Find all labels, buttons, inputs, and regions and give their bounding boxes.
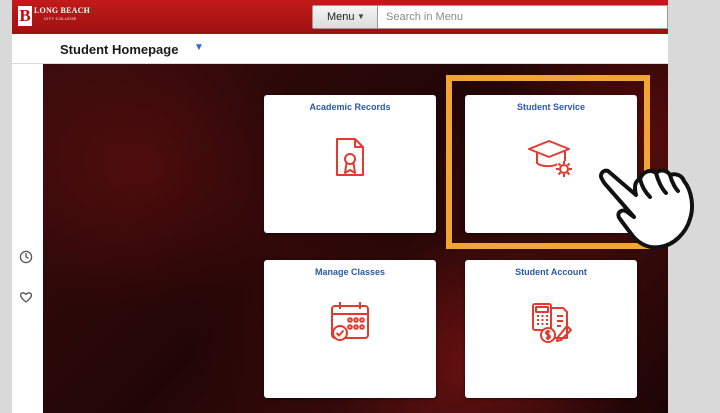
logo-subtitle: CITY COLLEGE (44, 16, 77, 21)
clock-icon[interactable] (19, 250, 33, 264)
menu-search-input[interactable]: Search in Menu (378, 5, 668, 29)
college-logo[interactable]: B LONG BEACH CITY COLLEGE (18, 6, 90, 26)
page-title[interactable]: Student Homepage (60, 42, 178, 57)
heart-icon[interactable] (19, 290, 33, 304)
menu-label: Menu (327, 11, 355, 23)
calendar-check-icon (331, 302, 369, 341)
certificate-document-icon (336, 138, 364, 176)
tile-label: Manage Classes (314, 267, 386, 277)
top-nav-bar: B LONG BEACH CITY COLLEGE Menu ▼ Search … (12, 0, 668, 34)
chevron-down-icon: ▼ (357, 12, 365, 21)
tile-student-account[interactable]: Student Account (465, 260, 637, 398)
calculator-invoice-icon (532, 303, 572, 343)
pointing-hand-icon (598, 168, 694, 250)
tile-academic-records[interactable]: Academic Records (264, 95, 436, 233)
logo-letter: B (18, 6, 32, 26)
tile-label: Student Account (515, 267, 587, 277)
page-title-bar: Student Homepage ▼ (12, 34, 668, 64)
menu-dropdown-button[interactable]: Menu ▼ (312, 5, 378, 29)
app-window: B LONG BEACH CITY COLLEGE Menu ▼ Search … (12, 0, 668, 413)
logo-name: LONG BEACH (34, 6, 91, 15)
left-rail (12, 64, 43, 413)
caret-down-icon[interactable]: ▼ (194, 42, 204, 53)
tile-label: Academic Records (309, 102, 391, 112)
tile-manage-classes[interactable]: Manage Classes (264, 260, 436, 398)
